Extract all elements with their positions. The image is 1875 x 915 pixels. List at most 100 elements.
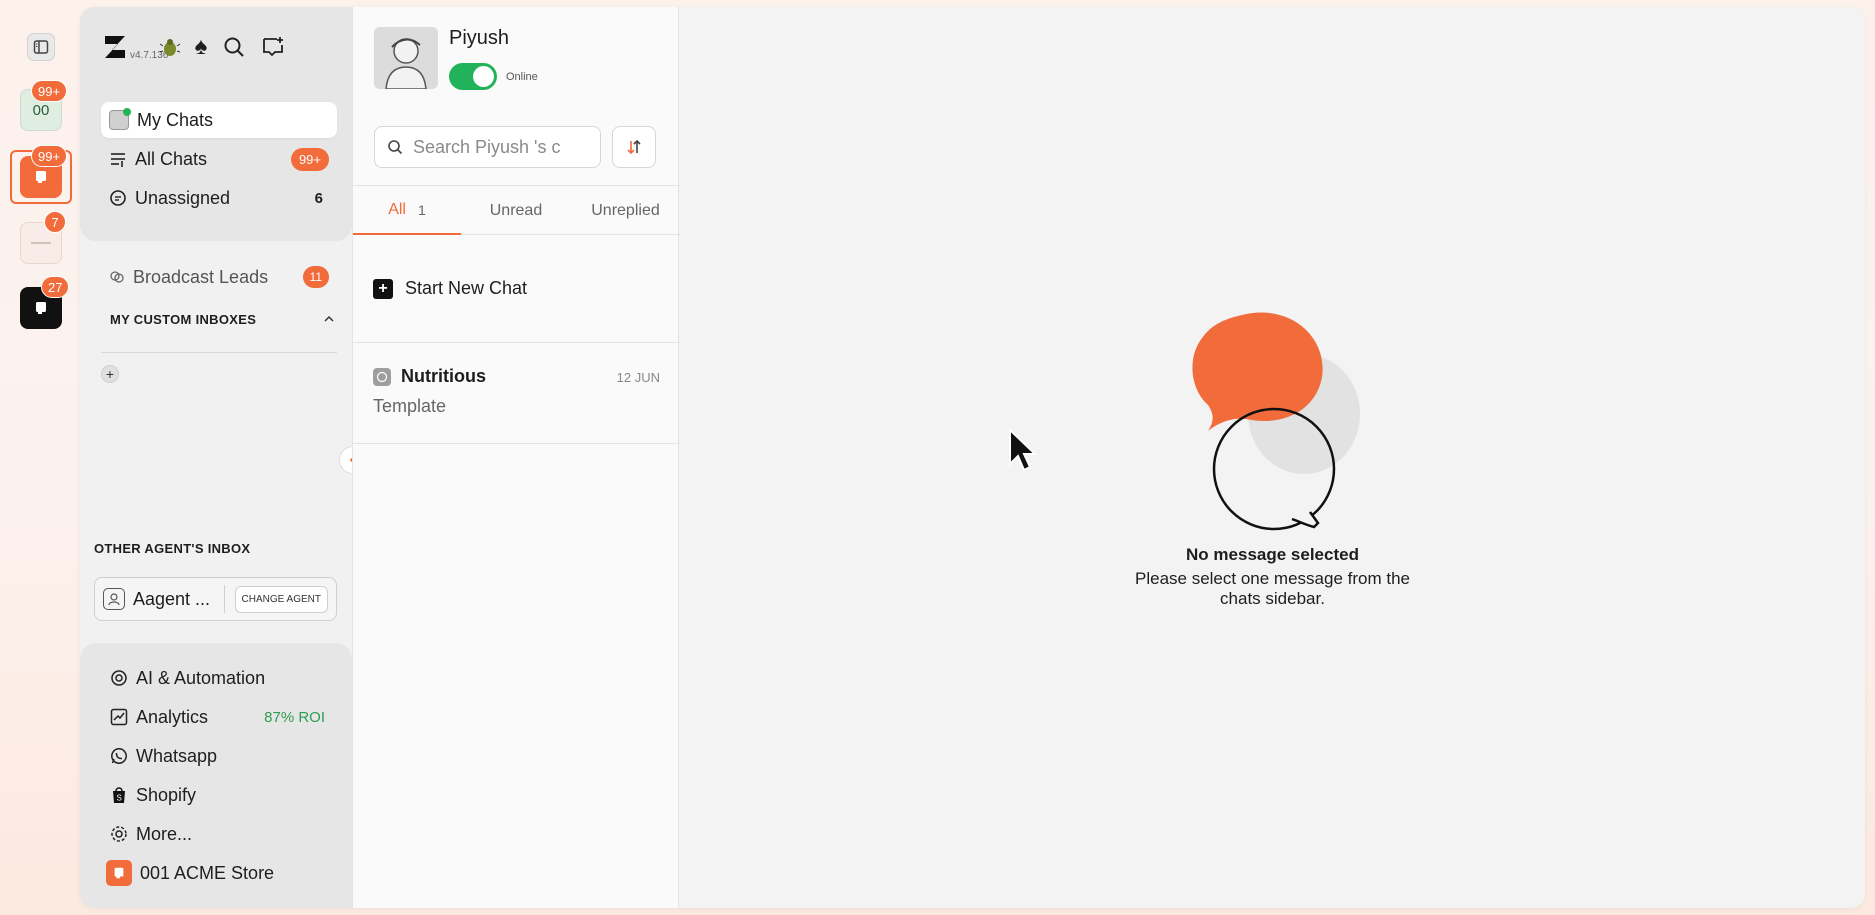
all-chats-badge: 99+ xyxy=(290,147,329,171)
online-toggle[interactable] xyxy=(449,63,497,90)
nav-item-whatsapp[interactable]: Whatsapp xyxy=(110,741,217,771)
app-window: v4.7.136 ♠ My Chats All Chats 99+ Unassi… xyxy=(80,7,1865,908)
custom-inboxes-title: MY CUSTOM INBOXES xyxy=(110,312,257,327)
nav-top-section: v4.7.136 ♠ My Chats All Chats 99+ Unassi… xyxy=(80,7,352,241)
nav-item-broadcast-leads[interactable]: Broadcast Leads 11 xyxy=(101,259,337,295)
empty-chat-illustration xyxy=(1192,312,1360,531)
chat-date: 12 JUN xyxy=(616,370,660,385)
nav-item-label: Whatsapp xyxy=(136,745,218,766)
avatar xyxy=(109,108,131,130)
nav-item-label: Shopify xyxy=(136,784,197,805)
nav-item-my-chats[interactable]: My Chats xyxy=(101,102,337,138)
nav-item-unassigned[interactable]: Unassigned 6 xyxy=(101,180,337,216)
start-new-chat-button[interactable]: + Start New Chat xyxy=(353,235,680,343)
nav-item-more[interactable]: More... xyxy=(110,819,192,849)
chat-bubble-icon xyxy=(110,190,126,206)
toggle-knob xyxy=(473,66,494,87)
workspace-badge: 7 xyxy=(44,211,66,233)
sidebar-toggle-button[interactable] xyxy=(27,33,55,61)
store-icon xyxy=(36,171,46,183)
plus-square-icon: + xyxy=(373,278,393,299)
chat-list-panel: Piyush Online All 1 Unread Unreplied + xyxy=(352,7,680,908)
workspace-label: 00 xyxy=(32,101,50,119)
online-dot-icon xyxy=(123,108,131,116)
openai-icon xyxy=(111,670,127,686)
chat-preview: Template xyxy=(373,396,447,416)
whatsapp-icon xyxy=(111,748,127,764)
nav-item-label: More... xyxy=(136,823,193,844)
panel-icon xyxy=(33,40,49,54)
unassigned-count: 6 xyxy=(314,189,323,207)
empty-state-description: Please select one message from the chats… xyxy=(680,569,1865,609)
user-sketch-icon xyxy=(374,27,438,89)
workspace-badge: 27 xyxy=(41,276,70,298)
divider xyxy=(224,585,226,613)
conversation-area: No message selected Please select one me… xyxy=(680,7,1865,908)
store-icon xyxy=(106,860,132,886)
tab-all[interactable]: All 1 xyxy=(353,186,461,235)
nav-item-shopify[interactable]: S Shopify xyxy=(110,780,196,810)
workspace-rail: 00 99+ 99+ 7 27 xyxy=(0,0,78,915)
other-agents-title: OTHER AGENT'S INBOX xyxy=(94,541,251,556)
tab-label: Unread xyxy=(489,201,543,219)
add-inbox-button[interactable]: + xyxy=(101,365,119,383)
search-icon xyxy=(388,140,403,155)
search-icon xyxy=(224,37,244,57)
broadcast-icon xyxy=(110,271,124,283)
agent-avatar-icon xyxy=(103,588,125,610)
broadcast-badge: 11 xyxy=(302,266,329,288)
empty-state-text: Please select one message from the chats… xyxy=(1135,569,1410,608)
compose-icon xyxy=(263,37,283,57)
agent-selector: Aagent ... CHANGE AGENT xyxy=(94,577,337,621)
nav-item-label: Unassigned xyxy=(135,187,231,208)
start-chat-label: Start New Chat xyxy=(405,278,528,298)
bug-button[interactable] xyxy=(157,34,183,60)
change-agent-button[interactable]: CHANGE AGENT xyxy=(234,585,328,613)
chat-tabs: All 1 Unread Unreplied xyxy=(353,185,680,235)
profile-avatar[interactable] xyxy=(374,27,438,89)
search-box xyxy=(374,126,601,168)
logo-icon xyxy=(105,36,125,58)
svg-text:S: S xyxy=(117,794,122,803)
empty-state-title: No message selected xyxy=(1186,545,1359,564)
store-name: 001 ACME Store xyxy=(140,862,275,883)
chat-name: Nutritious xyxy=(401,366,486,386)
nav-item-label: Analytics xyxy=(136,706,209,727)
chat-list-item[interactable]: Nutritious 12 JUN Template xyxy=(353,344,680,444)
nav-item-label: All Chats xyxy=(135,148,208,169)
new-message-button[interactable] xyxy=(260,34,286,60)
store-switcher[interactable]: 001 ACME Store xyxy=(106,858,274,888)
nav-item-ai-automation[interactable]: AI & Automation xyxy=(110,663,265,693)
roi-tag: 87% ROI xyxy=(264,708,325,726)
workspace-badge: 99+ xyxy=(31,145,68,167)
nav-item-label: My Chats xyxy=(137,109,214,130)
sort-button[interactable] xyxy=(612,126,656,168)
mouse-cursor-icon xyxy=(1009,428,1038,472)
nav-item-label: AI & Automation xyxy=(136,667,266,688)
spade-icon: ♠ xyxy=(194,33,208,60)
left-nav: v4.7.136 ♠ My Chats All Chats 99+ Unassi… xyxy=(80,7,367,908)
tab-unread[interactable]: Unread xyxy=(461,186,571,235)
nav-bottom-section: AI & Automation Analytics 87% ROI Whatsa… xyxy=(80,643,352,908)
gear-icon xyxy=(111,826,127,842)
search-button[interactable] xyxy=(221,34,247,60)
agent-name: Aagent ... xyxy=(133,588,211,609)
chevron-up-icon[interactable] xyxy=(323,314,335,324)
profile-name: Piyush xyxy=(449,27,510,49)
whatsapp-icon xyxy=(373,368,391,386)
divider xyxy=(101,352,337,353)
tab-label: Unreplied xyxy=(591,201,660,219)
workspace-badge: 99+ xyxy=(31,80,68,102)
sort-icon xyxy=(627,139,641,155)
shopify-icon: S xyxy=(113,787,125,803)
search-input[interactable] xyxy=(413,136,573,158)
nav-item-all-chats[interactable]: All Chats 99+ xyxy=(101,141,337,177)
tab-unreplied[interactable]: Unreplied xyxy=(571,186,680,235)
store-logo-icon xyxy=(31,242,51,244)
chart-icon xyxy=(110,708,128,726)
spade-button[interactable]: ♠ xyxy=(188,34,214,60)
nav-item-analytics[interactable]: Analytics 87% ROI xyxy=(110,702,325,732)
bug-icon xyxy=(159,39,181,56)
tab-count: 1 xyxy=(417,201,426,218)
profile-status: Online xyxy=(506,71,538,83)
